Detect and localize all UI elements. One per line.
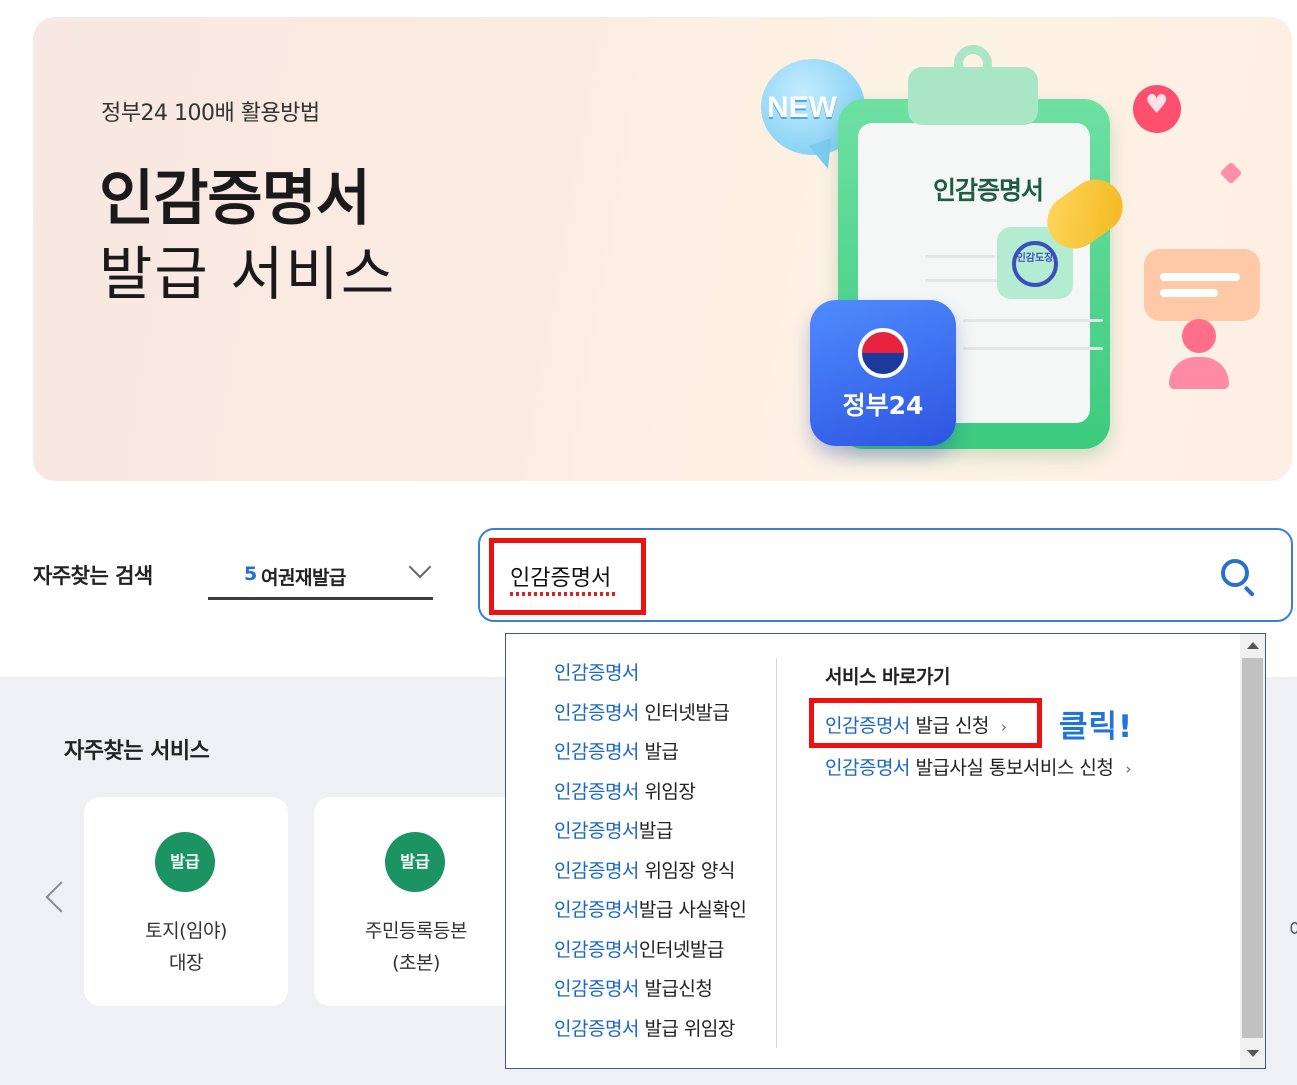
- chevron-down-icon[interactable]: [408, 555, 432, 579]
- suggestion-item[interactable]: 인감증명서 위임장 양식: [554, 856, 746, 896]
- autocomplete-dropdown: 인감증명서 인감증명서 인터넷발급 인감증명서 발급 인감증명서 위임장 인감증…: [505, 633, 1266, 1069]
- taegeuk-icon: [858, 328, 908, 378]
- paper-title: 인감증명서: [933, 176, 1044, 205]
- scroll-thumb[interactable]: [1242, 658, 1263, 1038]
- suggestion-item[interactable]: 인감증명서 위임장: [554, 777, 746, 817]
- chat-card-icon: [1144, 249, 1260, 321]
- suggestion-item[interactable]: 인감증명서 발급: [554, 737, 746, 777]
- hero-banner[interactable]: 정부24 100배 활용방법 인감증명서 발급 서비스 NEW 인감증명서 인감…: [33, 17, 1292, 481]
- banner-title: 인감증명서: [99, 164, 371, 234]
- input-highlight-box: [489, 538, 646, 615]
- shortcut-issue-notification-apply[interactable]: 인감증명서 발급사실 통보서비스 신청 ›: [825, 753, 1131, 780]
- suggestion-item[interactable]: 인감증명서발급 사실확인: [554, 895, 747, 935]
- paper-line: [963, 347, 1103, 350]
- banner-title-line2: 발급 서비스: [99, 240, 397, 308]
- banner-illustration: NEW 인감증명서 인감도장 정부24: [733, 17, 1273, 481]
- scroll-down-arrow-icon[interactable]: [1247, 1050, 1259, 1057]
- person-body: [1169, 357, 1229, 389]
- gov24-app-icon: 정부24: [810, 300, 956, 446]
- service-card[interactable]: 발급 주민등록등본 (초본): [314, 797, 518, 1006]
- issue-badge: 발급: [385, 832, 445, 892]
- dropdown-scrollbar[interactable]: [1240, 634, 1265, 1068]
- scroll-up-arrow-icon[interactable]: [1247, 642, 1259, 649]
- app-icon-label: 정부24: [842, 391, 924, 420]
- heart-bubble-icon: [1133, 85, 1181, 133]
- suggestion-item[interactable]: 인감증명서 인터넷발급: [554, 698, 746, 738]
- suggestion-list: 인감증명서 인감증명서 인터넷발급 인감증명서 발급 인감증명서 위임장 인감증…: [554, 658, 747, 1054]
- frequent-search-text: 여권재발급: [261, 567, 346, 589]
- person-icon: [1182, 319, 1216, 353]
- service-card[interactable]: 발급 토지(임야) 대장: [84, 797, 288, 1006]
- suggestion-item[interactable]: 인감증명서: [554, 658, 746, 698]
- shortcut-highlight-box: [809, 698, 1042, 748]
- sparkle-icon: [1219, 161, 1243, 185]
- new-badge-text: NEW: [767, 91, 837, 124]
- frequent-search-label: 자주찾는 검색: [33, 564, 153, 588]
- suggestion-item[interactable]: 인감증명서발급: [554, 816, 746, 856]
- frequent-services-title: 자주찾는 서비스: [64, 739, 210, 764]
- seal-icon: 인감도장: [1012, 241, 1058, 287]
- search-icon: [1221, 559, 1249, 587]
- suggestion-item[interactable]: 인감증명서 발급신청: [554, 974, 746, 1014]
- frequent-search-rank: 5: [244, 563, 258, 585]
- suggestion-item[interactable]: 인감증명서인터넷발급: [554, 935, 746, 975]
- issue-badge: 발급: [155, 832, 215, 892]
- suggestion-item[interactable]: 인감증명서 발급 위임장: [554, 1014, 746, 1054]
- cropped-card-text: 이: [1289, 916, 1297, 942]
- frequent-search-select[interactable]: 5 여권재발급: [208, 546, 433, 600]
- click-annotation: 클릭!: [1059, 709, 1134, 745]
- banner-subtitle: 정부24 100배 활용방법: [101, 101, 320, 126]
- column-divider: [776, 658, 777, 1048]
- clipboard-ring: [954, 45, 992, 83]
- service-shortcuts-title: 서비스 바로가기: [825, 666, 950, 688]
- paper-line: [925, 255, 995, 258]
- search-button[interactable]: [1213, 553, 1259, 599]
- chevron-right-icon: ›: [1125, 760, 1131, 778]
- service-name: 토지(임야) 대장: [145, 920, 227, 974]
- paper-line: [963, 319, 1103, 322]
- service-name: 주민등록등본 (초본): [365, 920, 467, 974]
